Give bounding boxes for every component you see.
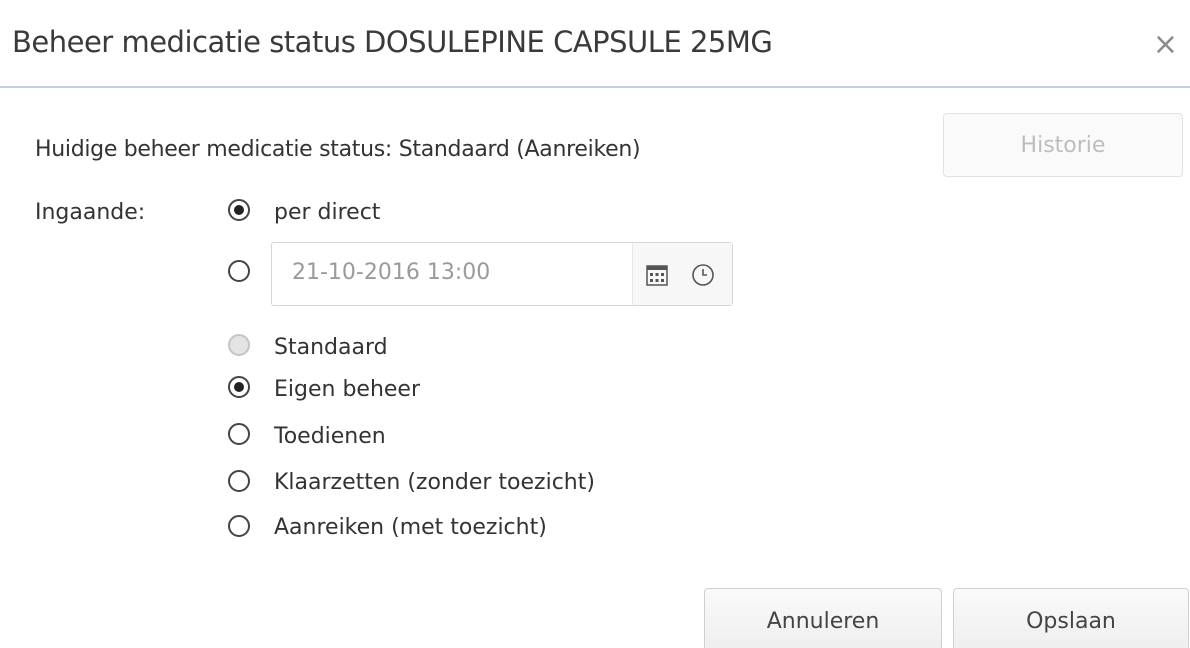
radio-klaarzetten-label: Klaarzetten (zonder toezicht) xyxy=(274,470,595,495)
ingaande-label: Ingaande: xyxy=(35,200,146,225)
radio-toedienen[interactable] xyxy=(228,423,250,445)
radio-date[interactable] xyxy=(228,260,250,282)
radio-eigen-beheer-label: Eigen beheer xyxy=(274,377,421,402)
radio-eigen-beheer[interactable] xyxy=(228,376,250,398)
dialog-title: Beheer medicatie status DOSULEPINE CAPSU… xyxy=(12,25,773,59)
radio-aanreiken-label: Aanreiken (met toezicht) xyxy=(274,515,547,540)
date-input[interactable]: 21-10-2016 13:00 xyxy=(292,260,490,285)
date-time-field[interactable]: 21-10-2016 13:00 xyxy=(271,242,733,306)
medication-status-dialog: Beheer medicatie status DOSULEPINE CAPSU… xyxy=(0,0,1190,648)
radio-standaard-label: Standaard xyxy=(274,335,388,360)
calendar-icon[interactable] xyxy=(646,264,668,286)
save-button[interactable]: Opslaan xyxy=(953,588,1189,648)
cancel-button[interactable]: Annuleren xyxy=(704,588,942,648)
history-button[interactable]: Historie xyxy=(943,113,1183,177)
radio-aanreiken[interactable] xyxy=(228,515,250,537)
radio-per-direct-label: per direct xyxy=(274,200,381,225)
radio-per-direct[interactable] xyxy=(228,199,250,221)
dialog-header: Beheer medicatie status DOSULEPINE CAPSU… xyxy=(0,0,1190,88)
clock-icon[interactable] xyxy=(691,263,715,287)
radio-toedienen-label: Toedienen xyxy=(274,424,386,449)
date-buttons xyxy=(632,243,732,305)
current-status-text: Huidige beheer medicatie status: Standaa… xyxy=(35,137,641,162)
radio-standaard xyxy=(228,334,250,356)
radio-klaarzetten[interactable] xyxy=(228,470,250,492)
close-icon[interactable]: × xyxy=(1153,30,1178,60)
